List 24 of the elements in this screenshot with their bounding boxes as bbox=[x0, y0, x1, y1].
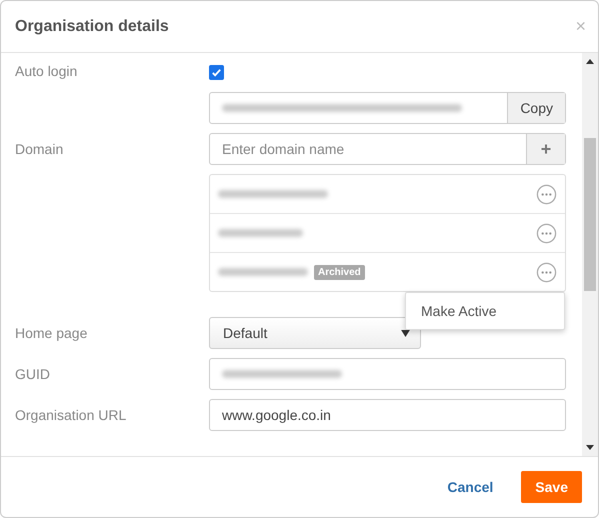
archived-badge: Archived bbox=[314, 264, 365, 280]
copy-button[interactable]: Copy bbox=[507, 93, 565, 123]
organisation-url-field[interactable]: www.google.co.in bbox=[209, 399, 566, 431]
field-label: Home page bbox=[15, 324, 88, 341]
cancel-button[interactable]: Cancel bbox=[433, 471, 508, 503]
scroll-down-icon[interactable] bbox=[586, 445, 594, 450]
field-label: Domain bbox=[15, 140, 64, 157]
domain-input-field[interactable]: Enter domain name + bbox=[209, 133, 566, 165]
field-label: Organisation URL bbox=[15, 406, 128, 423]
scroll-up-icon[interactable] bbox=[586, 59, 594, 64]
add-domain-button[interactable]: + bbox=[526, 134, 565, 164]
login-url-field[interactable]: Copy bbox=[209, 92, 566, 124]
more-options-icon[interactable] bbox=[536, 222, 557, 244]
guid-field[interactable] bbox=[209, 358, 566, 390]
scrollbar[interactable] bbox=[582, 53, 598, 456]
auto-login-checkbox[interactable] bbox=[209, 65, 224, 80]
field-label: GUID bbox=[15, 365, 51, 382]
home-page-dropdown[interactable]: Default bbox=[209, 317, 421, 349]
more-options-icon[interactable] bbox=[536, 184, 557, 204]
caret-icon bbox=[401, 330, 410, 336]
more-options-icon[interactable] bbox=[536, 262, 557, 282]
dialog-title: Organisation details bbox=[15, 18, 169, 36]
field-label: Auto login bbox=[15, 62, 78, 79]
checkmark-icon bbox=[211, 67, 222, 78]
